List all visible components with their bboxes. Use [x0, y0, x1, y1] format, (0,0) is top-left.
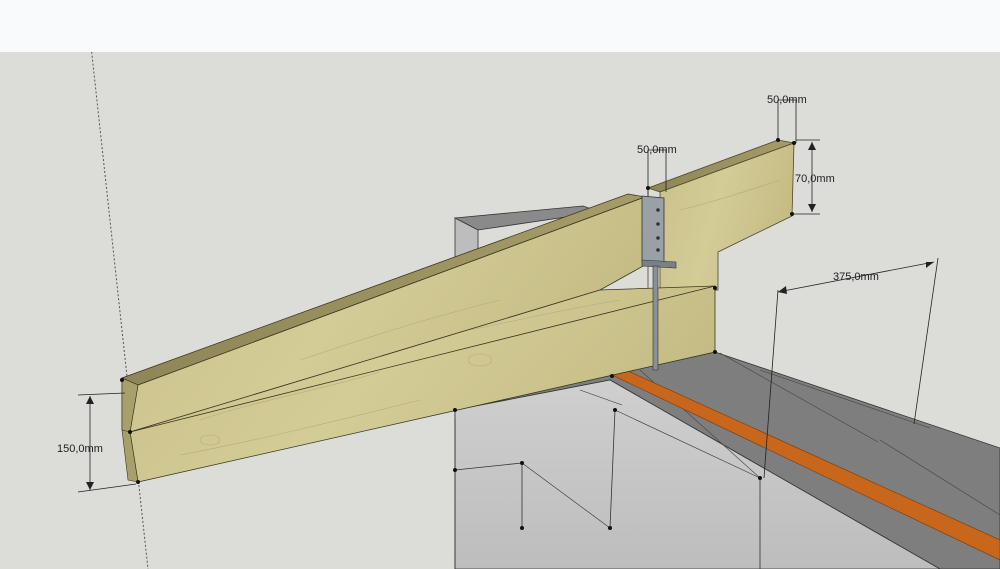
dimension-width-front-label: 50,0mm [637, 144, 677, 156]
dimension-width-back-label: 50,0mm [767, 94, 807, 106]
model-viewport[interactable]: 150,0mm 50,0mm 50,0mm 70,0mm 375,0mm [0, 52, 1000, 569]
3d-scene[interactable]: 150,0mm 50,0mm 50,0mm 70,0mm 375,0mm [0, 52, 1000, 569]
dimension-spacing-label: 375,0mm [833, 271, 879, 283]
dimension-height-label: 150,0mm [57, 443, 103, 455]
axis-guide-line [91, 52, 149, 569]
dimension-depth-label: 70,0mm [795, 173, 835, 185]
dimension-width-back: 50,0mm [767, 94, 807, 143]
anchor-rod [652, 265, 659, 371]
toolbar-area [0, 0, 1000, 52]
dimension-depth: 70,0mm [794, 139, 835, 215]
rear-beam [646, 139, 796, 296]
